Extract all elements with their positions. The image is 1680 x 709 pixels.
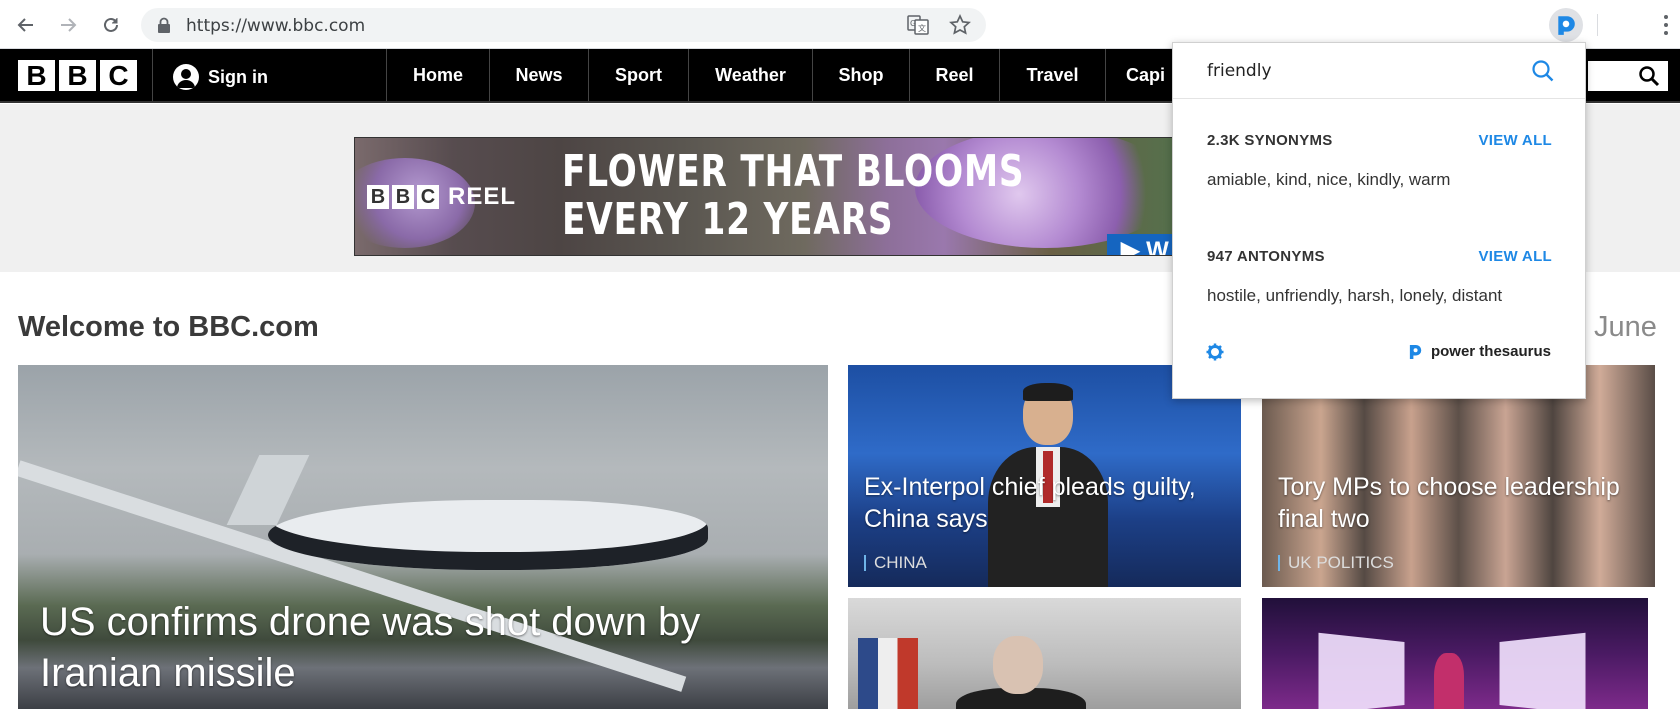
synonyms-list[interactable]: amiable, kind, nice, kindly, warm — [1207, 170, 1450, 190]
gear-icon[interactable] — [1206, 343, 1224, 361]
url-text: https://www.bbc.com — [186, 16, 366, 36]
power-thesaurus-logo-icon — [1409, 344, 1422, 359]
nav-item-reel[interactable]: Reel — [909, 49, 999, 101]
lock-icon — [158, 17, 170, 33]
nav-item-travel[interactable]: Travel — [999, 49, 1105, 101]
antonyms-list[interactable]: hostile, unfriendly, harsh, lonely, dist… — [1207, 286, 1502, 306]
nav-item-home[interactable]: Home — [386, 49, 489, 101]
translate-icon[interactable]: G文 — [907, 15, 929, 35]
star-icon[interactable] — [949, 14, 971, 36]
bbc-reel-banner[interactable]: BBC REEL FLOWER THAT BLOOMS EVERY 12 YEA… — [354, 137, 1174, 256]
story-card[interactable] — [1262, 598, 1648, 709]
page-title: Welcome to BBC.com — [18, 311, 319, 343]
synonyms-title: 2.3K SYNONYMS — [1207, 132, 1333, 149]
power-thesaurus-brand[interactable]: power thesaurus — [1409, 343, 1551, 360]
svg-text:G: G — [910, 19, 916, 28]
hero-story-title[interactable]: US confirms drone was shot down by Irani… — [40, 597, 828, 699]
story-title[interactable]: Ex-Interpol chief pleads guilty, China s… — [864, 471, 1241, 535]
thesaurus-popup: friendly 2.3K SYNONYMS VIEW ALL amiable,… — [1172, 42, 1586, 399]
sign-in-label: Sign in — [208, 66, 268, 87]
bbc-reel-logo: BBC REEL — [367, 183, 516, 211]
antonyms-title: 947 ANTONYMS — [1207, 248, 1325, 265]
story-image — [1318, 632, 1405, 709]
story-title[interactable]: Tory MPs to choose leadership final two — [1278, 471, 1655, 535]
story-tag[interactable]: CHINA — [864, 553, 927, 573]
sign-in-link[interactable]: Sign in — [173, 64, 268, 90]
power-thesaurus-icon — [1558, 16, 1575, 35]
back-button[interactable] — [11, 10, 41, 40]
banner-watch-button[interactable]: ▶ W — [1107, 234, 1173, 255]
svg-text:文: 文 — [918, 23, 926, 33]
more-vert-icon[interactable] — [1656, 10, 1676, 40]
user-icon — [173, 64, 199, 90]
story-tag[interactable]: UK POLITICS — [1278, 553, 1394, 573]
toolbar-separator — [1597, 14, 1598, 36]
nav-item-shop[interactable]: Shop — [812, 49, 909, 101]
thesaurus-search-bar[interactable]: friendly — [1173, 43, 1585, 99]
story-card[interactable] — [848, 598, 1241, 709]
story-image — [858, 638, 918, 709]
reload-button[interactable] — [96, 10, 126, 40]
address-bar[interactable]: https://www.bbc.com G文 — [141, 8, 986, 42]
power-thesaurus-extension-button[interactable] — [1549, 8, 1583, 42]
arrow-left-icon — [17, 18, 33, 32]
bbc-logo[interactable]: B B C — [18, 60, 137, 91]
nav-item-news[interactable]: News — [489, 49, 588, 101]
arrow-right-icon — [61, 18, 77, 32]
banner-headline: FLOWER THAT BLOOMS EVERY 12 YEARS — [562, 146, 1025, 245]
section-nav: Home News Sport Weather Shop Reel Travel… — [386, 49, 1185, 101]
date-label: June — [1594, 311, 1657, 343]
nav-item-sport[interactable]: Sport — [588, 49, 688, 101]
forward-button[interactable] — [53, 10, 83, 40]
nav-item-weather[interactable]: Weather — [688, 49, 812, 101]
nav-divider — [152, 49, 153, 101]
antonyms-view-all-link[interactable]: VIEW ALL — [1478, 248, 1552, 265]
reload-icon — [104, 17, 118, 32]
thesaurus-query[interactable]: friendly — [1207, 61, 1272, 81]
synonyms-view-all-link[interactable]: VIEW ALL — [1478, 132, 1552, 149]
search-icon — [1639, 66, 1660, 87]
hero-story[interactable]: US confirms drone was shot down by Irani… — [18, 365, 828, 709]
nav-search-box[interactable] — [1588, 61, 1668, 91]
search-icon[interactable] — [1530, 58, 1556, 84]
